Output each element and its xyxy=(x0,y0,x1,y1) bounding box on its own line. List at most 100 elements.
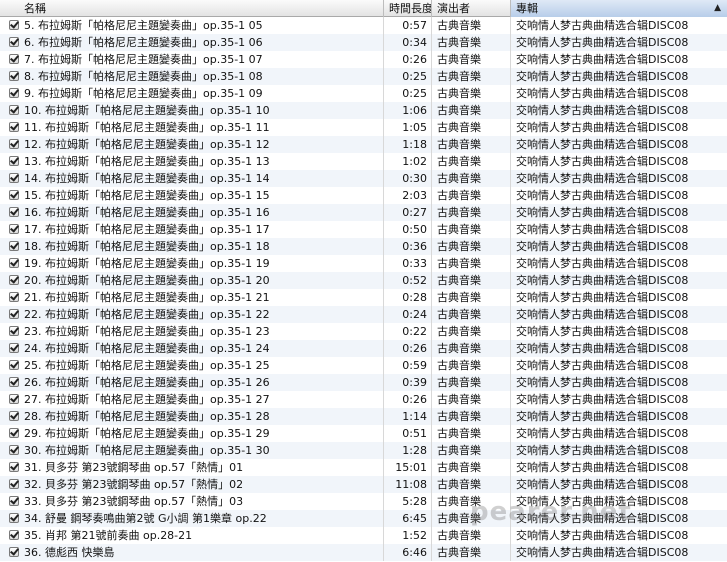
track-row[interactable]: 17. 布拉姆斯「帕格尼尼主題變奏曲」op.35-1 17 0:50 古典音樂 交响情… xyxy=(0,221,727,238)
track-time: 1:28 xyxy=(384,442,432,459)
track-name-text: 23. 布拉姆斯「帕格尼尼主題變奏曲」op.35-1 23 xyxy=(24,325,270,338)
track-name-text: 26. 布拉姆斯「帕格尼尼主題變奏曲」op.35-1 26 xyxy=(24,376,270,389)
track-album: 交响情人梦古典曲精选合辑DISC08 xyxy=(516,36,689,49)
track-row[interactable]: 26. 布拉姆斯「帕格尼尼主題變奏曲」op.35-1 26 0:39 古典音樂 交响情… xyxy=(0,374,727,391)
track-time: 15:01 xyxy=(384,459,432,476)
track-row[interactable]: 6. 布拉姆斯「帕格尼尼主題變奏曲」op.35-1 06 0:34 古典音樂 交响情人… xyxy=(0,34,727,51)
track-album: 交响情人梦古典曲精选合辑DISC08 xyxy=(516,274,689,287)
track-checkbox-icon[interactable] xyxy=(9,20,19,30)
column-album-header[interactable]: 專輯 ▲ xyxy=(511,0,727,17)
track-checkbox-icon[interactable] xyxy=(9,343,19,353)
track-checkbox-icon[interactable] xyxy=(9,54,19,64)
track-checkbox-icon[interactable] xyxy=(9,377,19,387)
track-row[interactable]: 20. 布拉姆斯「帕格尼尼主題變奏曲」op.35-1 20 0:52 古典音樂 交响情… xyxy=(0,272,727,289)
track-name-text: 28. 布拉姆斯「帕格尼尼主題變奏曲」op.35-1 28 xyxy=(24,410,270,423)
track-checkbox-icon[interactable] xyxy=(9,292,19,302)
track-checkbox-icon[interactable] xyxy=(9,122,19,132)
track-artist: 古典音樂 xyxy=(432,187,511,204)
track-checkbox-icon[interactable] xyxy=(9,37,19,47)
track-checkbox-icon[interactable] xyxy=(9,190,19,200)
track-row[interactable]: 16. 布拉姆斯「帕格尼尼主題變奏曲」op.35-1 16 0:27 古典音樂 交响情… xyxy=(0,204,727,221)
track-time: 1:06 xyxy=(384,102,432,119)
track-checkbox-icon[interactable] xyxy=(9,479,19,489)
track-artist: 古典音樂 xyxy=(432,17,511,34)
track-row[interactable]: 25. 布拉姆斯「帕格尼尼主題變奏曲」op.35-1 25 0:59 古典音樂 交响情… xyxy=(0,357,727,374)
track-checkbox-icon[interactable] xyxy=(9,462,19,472)
column-time-header[interactable]: 時間長度 xyxy=(384,0,432,17)
track-row[interactable]: 9. 布拉姆斯「帕格尼尼主題變奏曲」op.35-1 09 0:25 古典音樂 交响情人… xyxy=(0,85,727,102)
track-album: 交响情人梦古典曲精选合辑DISC08 xyxy=(516,359,689,372)
track-row[interactable]: 31. 貝多芬 第23號鋼琴曲 op.57「熱情」01 15:01 古典音樂 交响情人… xyxy=(0,459,727,476)
track-checkbox-icon[interactable] xyxy=(9,360,19,370)
track-row[interactable]: 10. 布拉姆斯「帕格尼尼主題變奏曲」op.35-1 10 1:06 古典音樂 交响情… xyxy=(0,102,727,119)
track-row[interactable]: 14. 布拉姆斯「帕格尼尼主題變奏曲」op.35-1 14 0:30 古典音樂 交响情… xyxy=(0,170,727,187)
track-name: 16. 布拉姆斯「帕格尼尼主題變奏曲」op.35-1 16 xyxy=(0,204,384,221)
track-checkbox-icon[interactable] xyxy=(9,445,19,455)
track-album: 交响情人梦古典曲精选合辑DISC08 xyxy=(516,104,689,117)
track-row[interactable]: 11. 布拉姆斯「帕格尼尼主題變奏曲」op.35-1 11 1:05 古典音樂 交响情… xyxy=(0,119,727,136)
track-row[interactable]: 8. 布拉姆斯「帕格尼尼主題變奏曲」op.35-1 08 0:25 古典音樂 交响情人… xyxy=(0,68,727,85)
track-artist: 古典音樂 xyxy=(432,391,511,408)
column-artist-header[interactable]: 演出者 xyxy=(432,0,511,17)
track-checkbox-icon[interactable] xyxy=(9,88,19,98)
track-row[interactable]: 7. 布拉姆斯「帕格尼尼主題變奏曲」op.35-1 07 0:26 古典音樂 交响情人… xyxy=(0,51,727,68)
track-row[interactable]: 30. 布拉姆斯「帕格尼尼主題變奏曲」op.35-1 30 1:28 古典音樂 交响情… xyxy=(0,442,727,459)
track-row[interactable]: 13. 布拉姆斯「帕格尼尼主題變奏曲」op.35-1 13 1:02 古典音樂 交响情… xyxy=(0,153,727,170)
track-row[interactable]: 15. 布拉姆斯「帕格尼尼主題變奏曲」op.35-1 15 2:03 古典音樂 交响情… xyxy=(0,187,727,204)
track-row[interactable]: 35. 肖邦 第21號前奏曲 op.28-21 1:52 古典音樂 交响情人梦古典曲精… xyxy=(0,527,727,544)
track-checkbox-icon[interactable] xyxy=(9,105,19,115)
track-row[interactable]: 27. 布拉姆斯「帕格尼尼主題變奏曲」op.35-1 27 0:26 古典音樂 交响情… xyxy=(0,391,727,408)
track-album: 交响情人梦古典曲精选合辑DISC08 xyxy=(516,325,689,338)
track-row[interactable]: 5. 布拉姆斯「帕格尼尼主題變奏曲」op.35-1 05 0:57 古典音樂 交响情人… xyxy=(0,17,727,34)
track-name-text: 25. 布拉姆斯「帕格尼尼主題變奏曲」op.35-1 25 xyxy=(24,359,270,372)
column-name-header[interactable]: 名稱 xyxy=(0,0,384,17)
track-checkbox-icon[interactable] xyxy=(9,71,19,81)
track-time: 2:03 xyxy=(384,187,432,204)
track-row[interactable]: 19. 布拉姆斯「帕格尼尼主題變奏曲」op.35-1 19 0:33 古典音樂 交响情… xyxy=(0,255,727,272)
track-checkbox-icon[interactable] xyxy=(9,513,19,523)
track-checkbox-icon[interactable] xyxy=(9,156,19,166)
track-checkbox-icon[interactable] xyxy=(9,496,19,506)
track-row[interactable]: 28. 布拉姆斯「帕格尼尼主題變奏曲」op.35-1 28 1:14 古典音樂 交响情… xyxy=(0,408,727,425)
track-name: 32. 貝多芬 第23號鋼琴曲 op.57「熱情」02 xyxy=(0,476,384,493)
track-album: 交响情人梦古典曲精选合辑DISC08 xyxy=(516,478,689,491)
track-album: 交响情人梦古典曲精选合辑DISC08 xyxy=(516,291,689,304)
track-checkbox-icon[interactable] xyxy=(9,173,19,183)
track-list: 名稱 時間長度 演出者 專輯 ▲ 5. 布拉姆斯「帕格尼尼主題變奏曲」op.35… xyxy=(0,0,727,561)
track-checkbox-icon[interactable] xyxy=(9,275,19,285)
track-checkbox-icon[interactable] xyxy=(9,258,19,268)
track-name: 34. 舒曼 鋼琴奏鳴曲第2號 G小調 第1樂章 op.22 xyxy=(0,510,384,527)
track-row[interactable]: 18. 布拉姆斯「帕格尼尼主題變奏曲」op.35-1 18 0:36 古典音樂 交响情… xyxy=(0,238,727,255)
track-artist: 古典音樂 xyxy=(432,340,511,357)
track-checkbox-icon[interactable] xyxy=(9,139,19,149)
track-name: 10. 布拉姆斯「帕格尼尼主題變奏曲」op.35-1 10 xyxy=(0,102,384,119)
track-checkbox-icon[interactable] xyxy=(9,411,19,421)
track-name: 35. 肖邦 第21號前奏曲 op.28-21 xyxy=(0,527,384,544)
track-checkbox-icon[interactable] xyxy=(9,326,19,336)
track-checkbox-icon[interactable] xyxy=(9,207,19,217)
track-row[interactable]: 36. 德彪西 快樂島 6:46 古典音樂 交响情人梦古典曲精选合辑DISC08 xyxy=(0,544,727,561)
track-checkbox-icon[interactable] xyxy=(9,394,19,404)
track-checkbox-icon[interactable] xyxy=(9,309,19,319)
track-time: 0:22 xyxy=(384,323,432,340)
track-time: 0:59 xyxy=(384,357,432,374)
track-name: 20. 布拉姆斯「帕格尼尼主題變奏曲」op.35-1 20 xyxy=(0,272,384,289)
track-artist: 古典音樂 xyxy=(432,34,511,51)
track-row[interactable]: 24. 布拉姆斯「帕格尼尼主題變奏曲」op.35-1 24 0:26 古典音樂 交响情… xyxy=(0,340,727,357)
track-checkbox-icon[interactable] xyxy=(9,530,19,540)
track-row[interactable]: 23. 布拉姆斯「帕格尼尼主題變奏曲」op.35-1 23 0:22 古典音樂 交响情… xyxy=(0,323,727,340)
track-checkbox-icon[interactable] xyxy=(9,547,19,557)
track-artist: 古典音樂 xyxy=(432,306,511,323)
track-row[interactable]: 12. 布拉姆斯「帕格尼尼主題變奏曲」op.35-1 12 1:18 古典音樂 交响情… xyxy=(0,136,727,153)
track-row[interactable]: 21. 布拉姆斯「帕格尼尼主題變奏曲」op.35-1 21 0:28 古典音樂 交响情… xyxy=(0,289,727,306)
track-checkbox-icon[interactable] xyxy=(9,241,19,251)
track-name: 17. 布拉姆斯「帕格尼尼主題變奏曲」op.35-1 17 xyxy=(0,221,384,238)
track-row[interactable]: 22. 布拉姆斯「帕格尼尼主題變奏曲」op.35-1 22 0:24 古典音樂 交响情… xyxy=(0,306,727,323)
track-row[interactable]: 29. 布拉姆斯「帕格尼尼主題變奏曲」op.35-1 29 0:51 古典音樂 交响情… xyxy=(0,425,727,442)
track-checkbox-icon[interactable] xyxy=(9,224,19,234)
track-album: 交响情人梦古典曲精选合辑DISC08 xyxy=(516,87,689,100)
track-checkbox-icon[interactable] xyxy=(9,428,19,438)
track-name-text: 21. 布拉姆斯「帕格尼尼主題變奏曲」op.35-1 21 xyxy=(24,291,270,304)
track-album: 交响情人梦古典曲精选合辑DISC08 xyxy=(516,257,689,270)
track-row[interactable]: 32. 貝多芬 第23號鋼琴曲 op.57「熱情」02 11:08 古典音樂 交响情人… xyxy=(0,476,727,493)
